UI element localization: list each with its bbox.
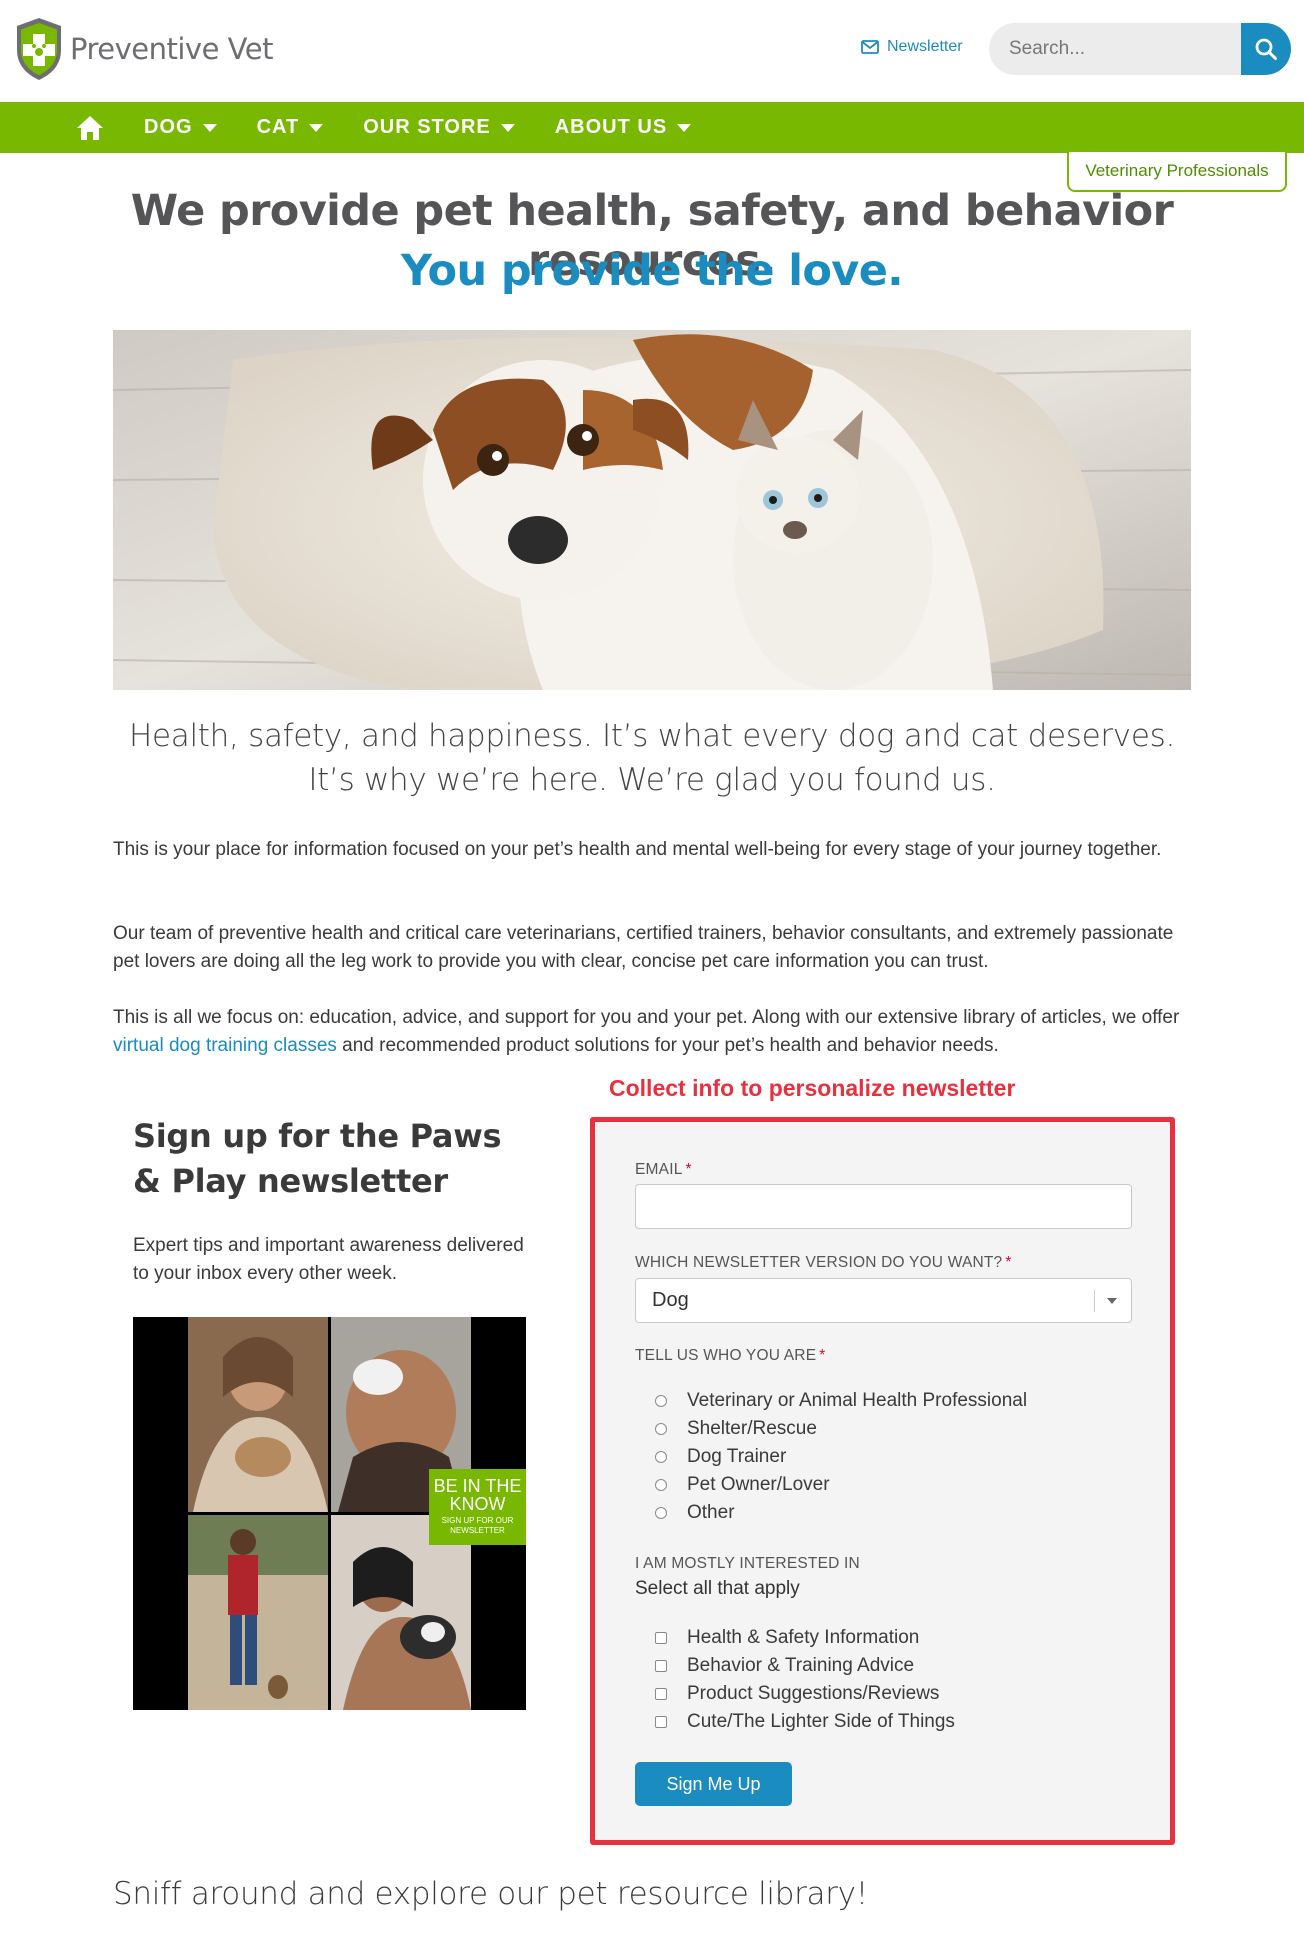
interest-hint: Select all that apply [635,1578,800,1599]
brand-name: Preventive Vet [70,32,273,66]
nav-about-us[interactable]: ABOUT US [554,116,692,139]
version-label: WHICH NEWSLETTER VERSION DO YOU WANT? * [635,1254,1012,1272]
who-label-text: TELL US WHO YOU ARE [635,1347,817,1364]
logo[interactable]: Preventive Vet [14,16,273,82]
caret-down-icon [202,123,217,132]
who-option[interactable]: Veterinary or Animal Health Professional [655,1390,1027,1412]
who-option[interactable]: Other [655,1502,735,1524]
site-header: Preventive Vet Newsletter [0,0,1304,102]
checkbox[interactable] [655,1716,667,1728]
search-button[interactable] [1241,23,1291,75]
radio-button[interactable] [655,1479,667,1491]
who-option[interactable]: Pet Owner/Lover [655,1474,830,1496]
who-option-label: Dog Trainer [687,1446,787,1467]
checkbox[interactable] [655,1688,667,1700]
nav-our-store[interactable]: OUR STORE [363,116,515,139]
tagline-line-1: Health, safety, and happiness. It’s what… [128,718,1176,754]
who-option-label: Other [687,1502,735,1523]
radio-button[interactable] [655,1395,667,1407]
who-option-label: Shelter/Rescue [687,1418,817,1439]
checkbox[interactable] [655,1660,667,1672]
required-mark: * [685,1161,692,1178]
badge-line-2: KNOW [449,1494,506,1514]
who-option[interactable]: Shelter/Rescue [655,1418,817,1440]
newsletter-version-select[interactable]: Dog [635,1278,1132,1323]
version-label-text: WHICH NEWSLETTER VERSION DO YOU WANT? [635,1254,1003,1271]
nav-home[interactable] [74,113,106,143]
interest-option[interactable]: Health & Safety Information [655,1627,919,1649]
email-label: EMAIL * [635,1161,692,1179]
interest-option-label: Product Suggestions/Reviews [687,1683,940,1704]
intro-paragraph-3-start: This is all we focus on: education, advi… [113,1007,1180,1028]
newsletter-description: Expert tips and important awareness deli… [133,1235,524,1284]
who-option[interactable]: Dog Trainer [655,1446,786,1468]
nav-dog-label: DOG [144,116,193,138]
intro-paragraph-3-end: and recommended product solutions for yo… [336,1035,999,1056]
newsletter-collage-image: BE IN THE KNOW SIGN UP FOR OUR NEWSLETTE… [133,1317,526,1710]
search-input[interactable] [989,23,1241,75]
sign-me-up-button[interactable]: Sign Me Up [635,1762,792,1806]
radio-button[interactable] [655,1423,667,1435]
interest-option[interactable]: Product Suggestions/Reviews [655,1683,939,1705]
nav-about-us-label: ABOUT US [554,116,668,138]
chevron-down-icon [1107,1297,1117,1304]
search-bar [989,23,1291,75]
resource-library-heading: Sniff around and explore our pet resourc… [113,1876,868,1912]
interest-option-label: Behavior & Training Advice [687,1655,915,1676]
interest-option[interactable]: Behavior & Training Advice [655,1655,914,1677]
interest-option-label: Cute/The Lighter Side of Things [687,1711,955,1732]
caret-down-icon [500,123,515,132]
nav-cat-label: CAT [256,116,300,138]
mail-icon [861,40,879,54]
required-mark: * [819,1347,826,1364]
newsletter-version-value: Dog [652,1289,689,1311]
tagline: Health, safety, and happiness. It’s what… [0,714,1304,802]
logo-shield-icon [17,18,61,80]
newsletter-link-label: Newsletter [887,38,963,55]
caret-down-icon [677,123,692,132]
checkbox[interactable] [655,1632,667,1644]
newsletter-link[interactable]: Newsletter [861,38,963,56]
caret-down-icon [309,123,324,132]
badge-small-2: NEWSLETTER [450,1526,505,1535]
annotation-label: Collect info to personalize newsletter [609,1075,1016,1101]
nav-cat[interactable]: CAT [257,116,324,139]
radio-button[interactable] [655,1451,667,1463]
hero-subheadline: You provide the love. [400,246,904,296]
be-in-the-know-badge: BE IN THE KNOW SIGN UP FOR OUR NEWSLETTE… [429,1469,526,1545]
required-mark: * [1005,1254,1012,1271]
intro-paragraph-2: Our team of preventive health and critic… [113,923,1174,972]
who-option-label: Veterinary or Animal Health Professional [687,1390,1028,1411]
nav-dog[interactable]: DOG [144,116,217,139]
search-icon [1255,38,1277,60]
email-field[interactable] [635,1184,1132,1229]
home-icon [77,115,103,140]
radio-button[interactable] [655,1507,667,1519]
intro-paragraph-3: This is all we focus on: education, advi… [113,1004,1193,1060]
interest-option[interactable]: Cute/The Lighter Side of Things [655,1711,955,1733]
badge-small-1: SIGN UP FOR OUR [441,1516,514,1525]
interest-label: I AM MOSTLY INTERESTED IN [635,1555,860,1572]
intro-paragraph-1: This is your place for information focus… [113,839,1162,860]
main-nav: DOG CAT OUR STORE ABOUT US [0,102,1304,153]
email-label-text: EMAIL [635,1161,683,1178]
virtual-training-link[interactable]: virtual dog training classes [113,1035,337,1056]
select-separator [1094,1289,1095,1312]
badge-line-1: BE IN THE [433,1476,522,1496]
who-label: TELL US WHO YOU ARE * [635,1347,825,1365]
nav-our-store-label: OUR STORE [363,116,491,138]
newsletter-title: Sign up for the Paws & Play newsletter [133,1117,502,1200]
who-option-label: Pet Owner/Lover [687,1474,830,1495]
hero-dog-cat-photo [113,330,1191,690]
tagline-line-2: It’s why we’re here. We’re glad you foun… [308,762,996,798]
interest-option-label: Health & Safety Information [687,1627,920,1648]
